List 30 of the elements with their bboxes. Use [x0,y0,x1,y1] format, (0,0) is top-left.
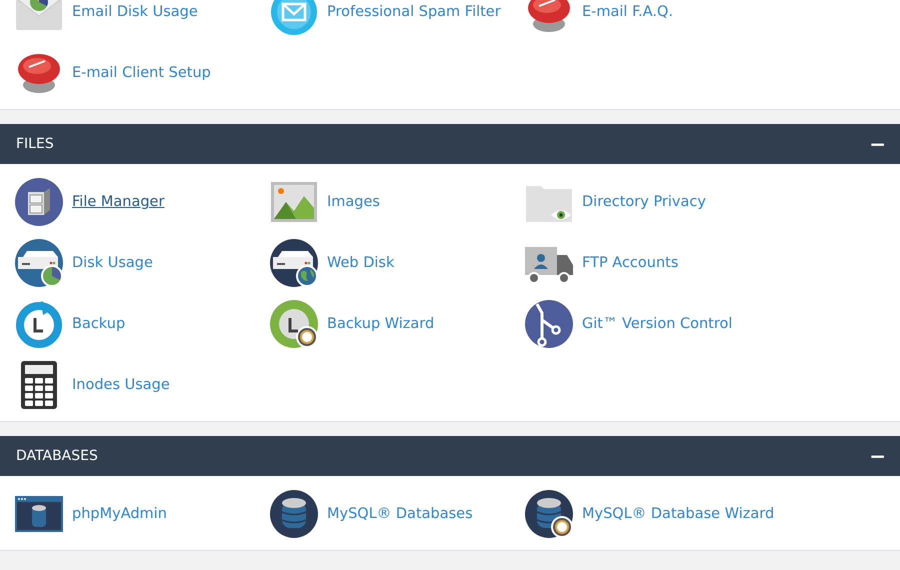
branch-icon[interactable] [525,300,573,348]
database-headset-icon[interactable] [525,490,573,538]
tool-link[interactable]: MySQL® Database Wizard [582,506,774,522]
section-title: DATABASES [16,448,98,464]
tool-link[interactable]: E-mail F.A.Q. [582,4,673,20]
collapse-toggle[interactable]: − [869,444,886,468]
clock-headset-icon[interactable] [270,300,318,348]
tool-link[interactable]: FTP Accounts [582,255,678,271]
tool-link[interactable]: Images [327,194,380,210]
section-title: FILES [16,136,54,152]
tool-link[interactable]: phpMyAdmin [72,506,167,522]
tool-link[interactable]: Directory Privacy [582,194,706,210]
tool-link[interactable]: File Manager [72,194,164,210]
tool-link[interactable]: Git™ Version Control [582,316,732,332]
section-header[interactable]: DATABASES − [0,436,900,476]
section-header[interactable]: FILES − [0,124,900,164]
tool-link[interactable]: Web Disk [327,255,394,271]
drive-chart-icon[interactable] [15,239,63,287]
tool-link[interactable]: MySQL® Databases [327,506,473,522]
collapse-toggle[interactable]: − [869,132,886,156]
tool-link[interactable]: Email Disk Usage [72,4,198,20]
tool-link[interactable]: Backup [72,316,126,332]
drive-globe-icon[interactable] [270,239,318,287]
tool-link[interactable]: Inodes Usage [72,377,170,393]
tool-link[interactable]: E-mail Client Setup [72,65,211,81]
file-cabinet-icon[interactable] [15,178,63,226]
tool-link[interactable]: Professional Spam Filter [327,4,501,20]
tool-link[interactable]: Disk Usage [72,255,153,271]
tool-link[interactable]: Backup Wizard [327,316,434,332]
database-icon[interactable] [270,490,318,538]
